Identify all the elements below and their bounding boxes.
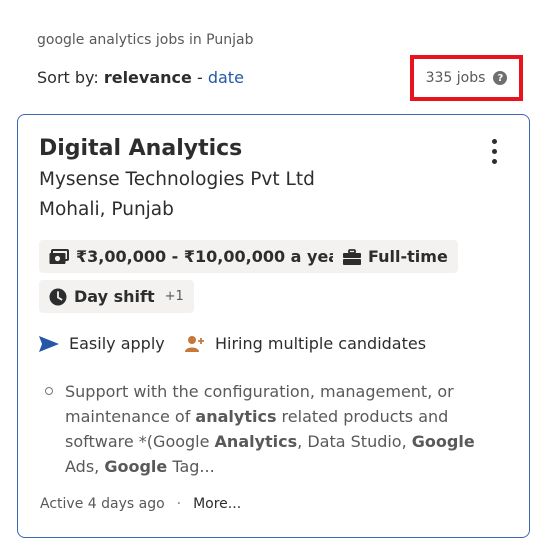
salary-chip: ₹3,00,000 - ₹10,00,000 a year xyxy=(39,240,357,273)
company-name: Mysense Technologies Pvt Ltd xyxy=(39,169,315,190)
briefcase-icon xyxy=(343,248,361,265)
search-query-text: google analytics jobs in Punjab xyxy=(37,32,254,48)
job-type-chip: Full-time xyxy=(333,240,458,273)
shift-more-count: +1 xyxy=(164,289,184,304)
send-arrow-icon xyxy=(39,335,59,352)
easily-apply-text: Easily apply xyxy=(69,334,165,353)
job-count: 335 jobs xyxy=(425,70,486,86)
more-options-icon[interactable] xyxy=(489,139,499,165)
add-person-icon xyxy=(185,335,204,352)
clock-icon xyxy=(49,288,67,305)
sort-by-date-link[interactable]: date xyxy=(208,68,244,87)
shift-text: Day shift xyxy=(74,287,155,306)
job-card[interactable]: Digital Analytics Mysense Technologies P… xyxy=(17,114,530,538)
job-title[interactable]: Digital Analytics xyxy=(39,136,242,161)
question-circle-icon[interactable]: ? xyxy=(493,71,508,85)
bullet-icon xyxy=(45,387,53,395)
job-count-highlight: 335 jobs ? xyxy=(410,55,523,101)
job-footer: Active 4 days ago · More... xyxy=(40,496,241,512)
footer-separator: · xyxy=(176,496,182,512)
hiring-multiple-perk: Hiring multiple candidates xyxy=(185,334,426,353)
job-type-text: Full-time xyxy=(368,247,448,266)
posted-date: Active 4 days ago xyxy=(40,496,165,512)
sort-separator: - xyxy=(196,68,203,87)
salary-text: ₹3,00,000 - ₹10,00,000 a year xyxy=(76,247,347,266)
money-icon xyxy=(49,248,69,264)
shift-chip: Day shift +1 xyxy=(39,280,194,313)
easily-apply-perk: Easily apply xyxy=(39,334,165,353)
job-location: Mohali, Punjab xyxy=(39,199,174,220)
sort-active-relevance: relevance xyxy=(103,68,192,87)
hiring-text: Hiring multiple candidates xyxy=(215,334,427,353)
job-snippet: Support with the configuration, manageme… xyxy=(65,382,475,476)
more-link[interactable]: More... xyxy=(193,496,241,512)
sort-control: Sort by: relevance - date xyxy=(37,68,244,87)
sort-label: Sort by: xyxy=(37,68,99,87)
